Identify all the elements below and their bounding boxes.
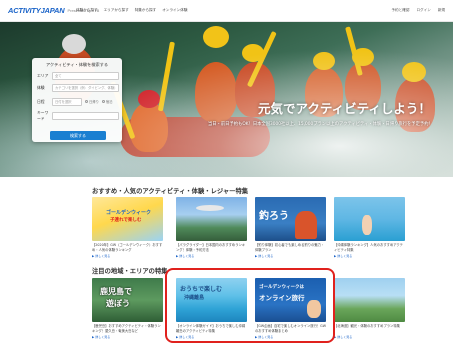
card-image <box>334 197 405 241</box>
section-title-recommended: おすすめ・人気のアクティビティ・体験・レジャー特集 <box>92 188 249 195</box>
card-caption: 【2020年】GW（ゴールデンウィーク）おすすめ・人気の体験ランキング <box>92 243 163 252</box>
genre-label: 体験 <box>37 84 45 90</box>
genre-row: 体験 カテゴリを選択（例：ダイビング、体験） <box>37 83 119 92</box>
search-button[interactable]: 検索する <box>50 131 106 140</box>
card-more-link[interactable]: ▶ 詳しく見る <box>334 254 405 258</box>
card-more-link[interactable]: ▶ 詳しく見る <box>92 335 163 339</box>
search-panel: アクティビティ・体験を検索する エリア 全て 体験 カテゴリを選択（例：ダイビン… <box>32 58 122 142</box>
card-image: ゴールデンウィーク 子連れで楽しむ <box>92 197 163 241</box>
date-input[interactable]: 日付を選択 <box>52 97 82 106</box>
card-overlay-text-2: 子連れで楽しむ <box>110 218 142 223</box>
date-label: 日程 <box>37 98 45 104</box>
keyword-input[interactable] <box>52 111 119 120</box>
angler-figure <box>295 211 317 239</box>
radio-daytrip-label: 日帰り <box>89 100 99 104</box>
section-title-areas: 注目の地域・エリアの特集 <box>92 268 168 275</box>
card-image <box>176 197 247 241</box>
area-row: エリア 全て <box>37 71 119 80</box>
top-navigation: ACTIVITYJAPAN Presented by JTB 体験から探す エリ… <box>0 0 453 22</box>
nav-link-online[interactable]: オンライン体験 <box>162 8 187 13</box>
card-caption: 【沖縄体験ランキング】人気のおすすめアクティビティ特集 <box>334 243 403 252</box>
card-overlay-text: 釣ろう <box>259 211 289 222</box>
hero-title: 元気でアクティビティしよう！ <box>258 101 431 116</box>
keyword-row: キーワード <box>37 109 119 121</box>
card-image <box>334 278 405 322</box>
feature-card[interactable]: 【沖縄体験ランキング】人気のおすすめアクティビティ特集 ▶ 詳しく見る <box>334 197 405 258</box>
area-card[interactable]: 鹿児島で 遊ぼう 【鹿児島】おすすめアクティビティ・体験ランキング！屋久島・奄美… <box>92 278 163 339</box>
card-more-link[interactable]: ▶ 詳しく見る <box>92 254 163 258</box>
nav-link-area[interactable]: エリアから探す <box>104 8 129 13</box>
card-overlay-text-2: 遊ぼう <box>106 299 130 308</box>
radio-daytrip[interactable]: 日帰り <box>85 99 99 104</box>
nav-login[interactable]: ログイン <box>416 8 430 13</box>
nav-signup[interactable]: 新規 <box>438 8 445 13</box>
card-overlay-text: ゴールデンウィーク <box>106 210 152 216</box>
card-caption: 【パラグライダー】日本国内のおすすめランキング！体験・予約方法 <box>176 243 246 252</box>
nav-link-activity[interactable]: 体験から探す <box>76 8 98 13</box>
genre-select[interactable]: カテゴリを選択（例：ダイビング、体験） <box>52 83 119 92</box>
card-more-link[interactable]: ▶ 詳しく見る <box>176 254 247 258</box>
search-panel-title: アクティビティ・体験を検索する <box>45 62 109 67</box>
card-caption: 【釣り体験】初心者でも楽しめる釣りの魅力・体験プラン <box>255 243 325 252</box>
highlight-outline <box>165 268 335 343</box>
paraglider-icon <box>196 205 224 211</box>
card-more-link[interactable]: ▶ 詳しく見る <box>334 335 405 339</box>
radio-stay[interactable]: 宿泊 <box>101 99 113 104</box>
card-image: 鹿児島で 遊ぼう <box>92 278 163 322</box>
hero-description: 当日・前日予約もOK！日本全国3000社以上、15,000プラン以上のアクティビ… <box>208 122 433 127</box>
radio-icon <box>101 100 105 103</box>
nav-link-feature[interactable]: 特集から探す <box>135 8 157 13</box>
nav-reservations[interactable]: 予約と確認 <box>391 8 409 13</box>
card-image: 釣ろう <box>255 197 326 241</box>
date-row: 日程 日付を選択 日帰り 宿泊 <box>37 97 119 106</box>
feature-card[interactable]: 【パラグライダー】日本国内のおすすめランキング！体験・予約方法 ▶ 詳しく見る <box>176 197 247 258</box>
card-more-link[interactable]: ▶ 詳しく見る <box>255 254 326 258</box>
feature-card[interactable]: ゴールデンウィーク 子連れで楽しむ 【2020年】GW（ゴールデンウィーク）おす… <box>92 197 163 258</box>
card-overlay-text: 鹿児島で <box>100 287 132 296</box>
area-select[interactable]: 全て <box>52 71 119 80</box>
area-card[interactable]: 【北海道】観光・体験のおすすめプラン特集 ▶ 詳しく見る <box>334 278 405 339</box>
logo-text: ACTIVITYJAPAN <box>8 6 65 15</box>
card-caption: 【鹿児島】おすすめアクティビティ・体験ランキング！屋久島・奄美大島など <box>92 324 161 333</box>
card-caption: 【北海道】観光・体験のおすすめプラン特集 <box>334 324 400 328</box>
area-label: エリア <box>37 72 49 78</box>
radio-stay-label: 宿泊 <box>105 100 113 104</box>
person-figure <box>362 215 372 235</box>
radio-icon <box>85 100 88 103</box>
feature-card[interactable]: 釣ろう 【釣り体験】初心者でも楽しめる釣りの魅力・体験プラン ▶ 詳しく見る <box>255 197 326 258</box>
keyword-label: キーワード <box>37 109 49 121</box>
